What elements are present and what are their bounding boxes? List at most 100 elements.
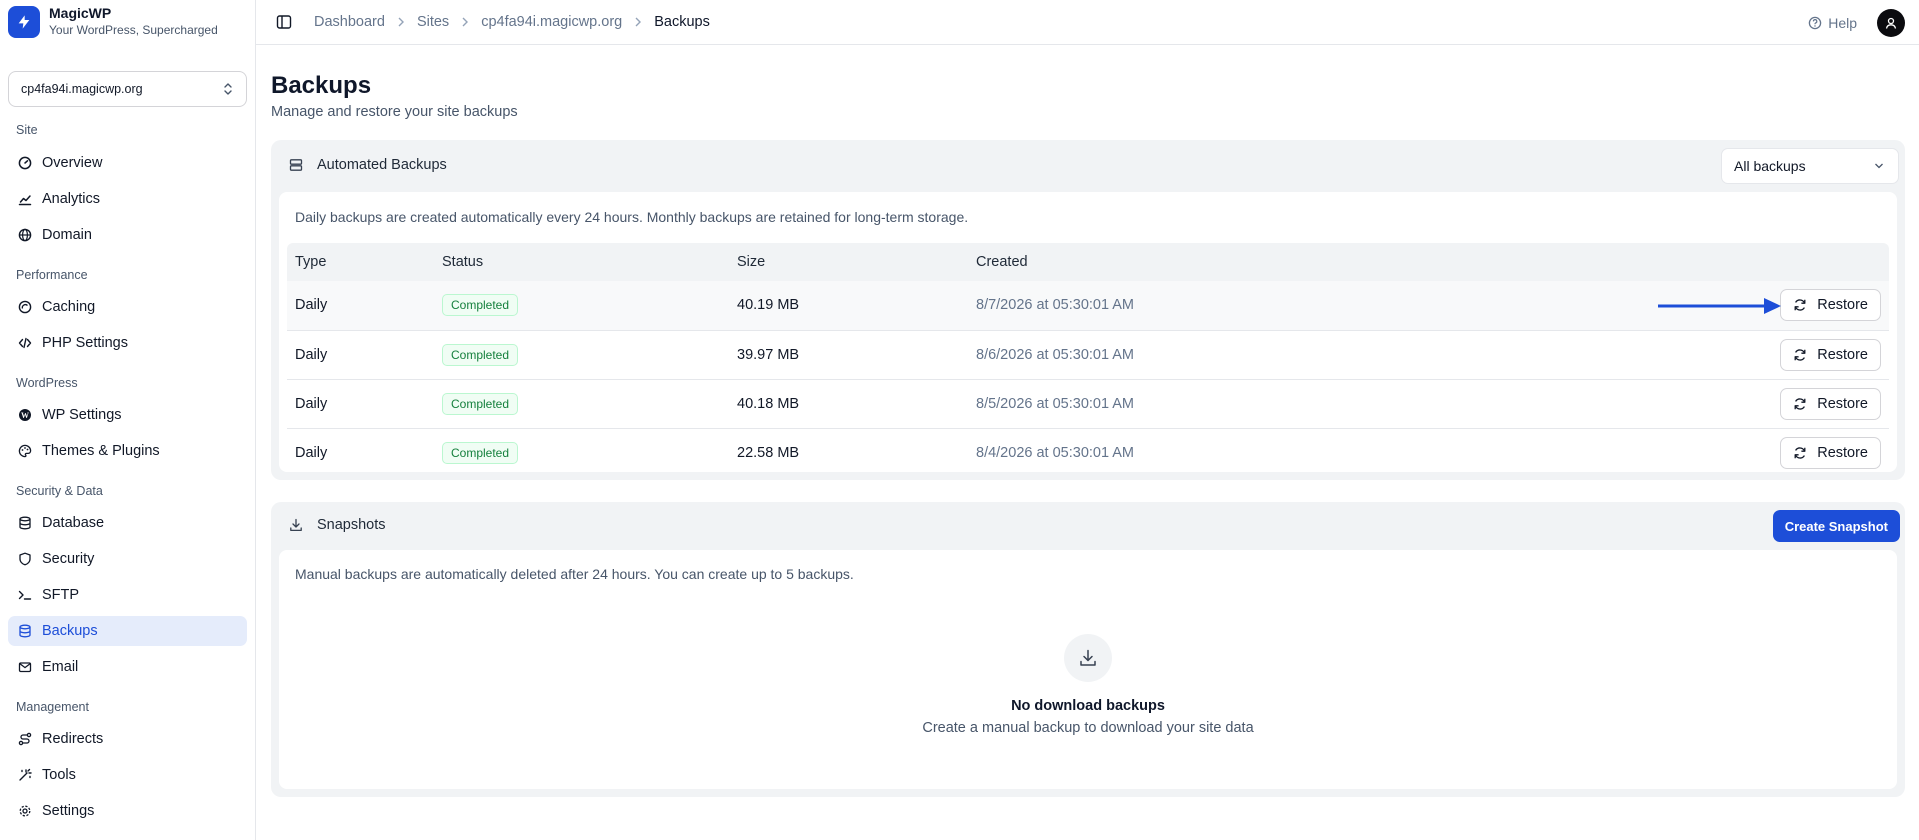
column-header-actions <box>1568 243 1889 281</box>
cell-created: 8/4/2026 at 05:30:01 AM <box>976 444 1135 461</box>
restore-label: Restore <box>1817 444 1868 461</box>
empty-state-title: No download backups <box>1011 698 1165 714</box>
route-icon <box>18 732 32 746</box>
help-link[interactable]: Help <box>1808 15 1857 31</box>
sidebar-item-caching[interactable]: Caching <box>8 292 247 322</box>
user-icon <box>1885 17 1897 29</box>
sidebar: MagicWP Your WordPress, Supercharged cp4… <box>0 0 256 840</box>
bolt-icon <box>8 6 40 38</box>
nav-group-performance: Performance <box>16 268 88 282</box>
table-header-row: Type Status Size Created <box>287 243 1889 281</box>
sidebar-item-label: WP Settings <box>42 407 122 423</box>
database-icon <box>18 516 32 530</box>
table-row: Daily Completed 40.19 MB 8/7/2026 at 05:… <box>287 281 1889 331</box>
sidebar-item-security[interactable]: Security <box>8 544 247 574</box>
table-row: Daily Completed 39.97 MB 8/6/2026 at 05:… <box>287 330 1889 380</box>
nav-group-security-data: Security & Data <box>16 484 103 498</box>
cell-status: Completed <box>434 379 729 429</box>
cell-action: Restore <box>1568 330 1889 380</box>
cell-type: Daily <box>287 379 434 429</box>
brand-tagline: Your WordPress, Supercharged <box>49 23 218 37</box>
snapshots-description: Manual backups are automatically deleted… <box>295 566 854 582</box>
sidebar-item-php-settings[interactable]: PHP Settings <box>8 328 247 358</box>
sidebar-item-email[interactable]: Email <box>8 652 247 682</box>
refresh-icon <box>1794 348 1806 361</box>
gauge-icon <box>18 156 32 170</box>
cell-status: Completed <box>434 330 729 380</box>
create-snapshot-button[interactable]: Create Snapshot <box>1772 510 1900 542</box>
site-selector[interactable]: cp4fa94i.magicwp.org <box>8 71 247 107</box>
breadcrumb-sites[interactable]: Sites <box>417 14 449 30</box>
sidebar-item-label: Database <box>42 515 105 531</box>
backup-filter-select[interactable]: All backups <box>1721 148 1899 184</box>
sidebar-item-domain[interactable]: Domain <box>8 220 247 250</box>
restore-label: Restore <box>1817 346 1868 363</box>
breadcrumb-site[interactable]: cp4fa94i.magicwp.org <box>481 14 622 30</box>
chevron-right-icon <box>397 17 405 27</box>
cell-status: Completed <box>434 428 729 477</box>
backup-filter-value: All backups <box>1734 158 1806 174</box>
restore-button[interactable]: Restore <box>1780 338 1881 371</box>
sidebar-item-redirects[interactable]: Redirects <box>8 724 247 754</box>
refresh-icon <box>1794 299 1806 311</box>
breadcrumb: Dashboard Sites cp4fa94i.magicwp.org Bac… <box>314 14 710 30</box>
cell-created: 8/5/2026 at 05:30:01 AM <box>968 379 1568 429</box>
status-badge: Completed <box>442 392 519 415</box>
sidebar-item-label: Security <box>42 551 95 567</box>
empty-state: No download backups Create a manual back… <box>279 634 1897 736</box>
automated-backups-card: Automated Backups All backups Daily back… <box>271 140 1905 480</box>
restore-button[interactable]: Restore <box>1780 289 1881 322</box>
automated-backups-header: Automated Backups All backups <box>271 140 1905 190</box>
download-icon <box>1064 634 1112 682</box>
sidebar-item-label: Email <box>42 659 79 675</box>
arrow-right-icon <box>1658 298 1781 314</box>
sidebar-item-label: Overview <box>42 155 103 171</box>
sidebar-item-wp-settings[interactable]: W WP Settings <box>8 400 247 430</box>
avatar[interactable] <box>1877 9 1905 37</box>
snapshots-card: Snapshots Create Snapshot Manual backups… <box>271 502 1905 797</box>
cell-size: 40.18 MB <box>729 379 968 429</box>
status-badge: Completed <box>442 441 519 464</box>
snapshots-body: Manual backups are automatically deleted… <box>279 550 1897 789</box>
sidebar-item-overview[interactable]: Overview <box>8 148 247 178</box>
status-badge: Completed <box>442 294 519 317</box>
chevrons-up-down-icon <box>224 83 232 95</box>
cell-size: 22.58 MB <box>737 444 800 461</box>
restore-button[interactable]: Restore <box>1780 387 1881 420</box>
sidebar-item-tools[interactable]: Tools <box>8 760 247 790</box>
cell-type: Daily <box>287 330 434 380</box>
mail-icon <box>18 660 32 674</box>
automated-backups-title: Automated Backups <box>317 157 447 173</box>
sidebar-item-analytics[interactable]: Analytics <box>8 184 247 214</box>
sidebar-item-label: Caching <box>42 299 96 315</box>
nav-group-wordpress: WordPress <box>16 376 78 390</box>
snapshots-header: Snapshots Create Snapshot <box>271 502 1905 548</box>
sidebar-item-label: Themes & Plugins <box>42 443 160 459</box>
empty-state-subtitle: Create a manual backup to download your … <box>922 720 1254 736</box>
sidebar-item-backups[interactable]: Backups <box>8 616 247 646</box>
chart-line-icon <box>18 192 32 206</box>
sidebar-toggle-icon[interactable] <box>274 12 294 32</box>
help-label: Help <box>1828 15 1857 31</box>
automated-backups-description: Daily backups are created automatically … <box>295 209 969 225</box>
refresh-icon <box>1794 447 1806 459</box>
nav-group-management: Management <box>16 700 89 714</box>
brand[interactable]: MagicWP Your WordPress, Supercharged <box>0 0 255 44</box>
sidebar-item-database[interactable]: Database <box>8 508 247 538</box>
sidebar-item-themes-plugins[interactable]: Themes & Plugins <box>8 436 247 466</box>
palette-icon <box>18 444 32 458</box>
cell-type: Daily <box>287 281 434 331</box>
cell-size: 40.19 MB <box>729 281 968 331</box>
cell-type: Daily <box>295 444 328 461</box>
breadcrumb-dashboard[interactable]: Dashboard <box>314 14 385 30</box>
snapshots-title: Snapshots <box>317 517 386 533</box>
sidebar-item-settings[interactable]: Settings <box>8 796 247 826</box>
restore-label: Restore <box>1817 297 1868 314</box>
sidebar-item-sftp[interactable]: SFTP <box>8 580 247 610</box>
chevron-down-icon <box>1875 163 1883 169</box>
download-icon <box>290 518 302 532</box>
cell-status: Completed <box>434 281 729 331</box>
cache-icon <box>18 300 32 314</box>
status-badge: Completed <box>442 343 519 366</box>
restore-button[interactable]: Restore <box>1780 436 1881 469</box>
